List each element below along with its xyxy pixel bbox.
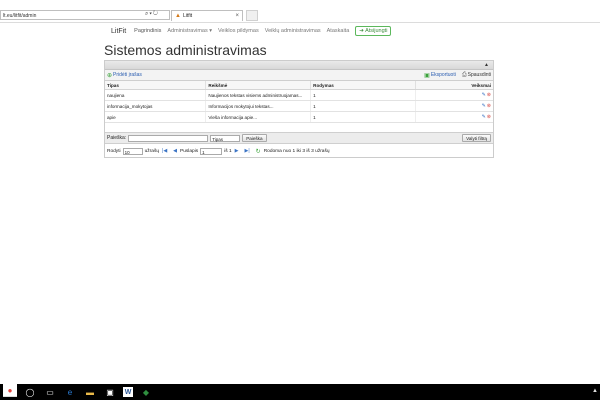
cell-rodymas: 1 xyxy=(310,100,416,112)
admin-grid-panel: ▲ ⊕ Pridėti įrašas ▣ Eksportuoti ⎙ Spausdin… xyxy=(104,60,494,158)
add-record-label: Pridėti įrašas xyxy=(113,72,142,78)
edit-icon[interactable]: ✎ xyxy=(482,114,486,120)
refresh-icon[interactable]: ↻ xyxy=(153,11,159,17)
col-header-rodymas[interactable]: Rodymas xyxy=(310,81,416,90)
favicon-icon: ▲ xyxy=(175,13,181,19)
app-icon[interactable]: ◆ xyxy=(139,386,153,398)
nav-pagrindinis[interactable]: Pagrindinis xyxy=(134,28,161,34)
search-button[interactable]: Paieška xyxy=(242,134,267,142)
page-of-label: iš 1 xyxy=(224,148,232,154)
table-row[interactable]: naujiena Naujienos tekstas visiems admin… xyxy=(105,89,493,101)
nav-administravimas[interactable]: Administravimas ▾ xyxy=(167,28,212,34)
word-icon[interactable]: W xyxy=(123,387,133,397)
cell-rodymas: 1 xyxy=(310,89,416,101)
col-header-tipas[interactable]: Tipas xyxy=(105,81,207,90)
pagination-bar: Rodyti 10 užrašų |◀ ◀ Puslapis 1 iš 1 ▶ … xyxy=(105,146,493,156)
browser-chrome: lt.eu/litfit/admin ⌕▾↻ ▲ Litfit × xyxy=(0,0,600,23)
show-label: Rodyti xyxy=(107,148,121,154)
page-number-input[interactable]: 1 xyxy=(200,147,223,155)
export-icon: ▣ xyxy=(424,72,430,79)
new-tab-button[interactable] xyxy=(246,10,258,21)
col-header-reiksme[interactable]: Reikšmė xyxy=(205,81,312,90)
table-row[interactable]: apie Viešа informacija apie... 1 ✎⊗ xyxy=(105,111,493,123)
next-page-icon[interactable]: ▶ xyxy=(235,148,239,154)
search-icon[interactable]: ◯ xyxy=(23,386,37,398)
nav-ataskaita[interactable]: Ataskaita xyxy=(327,28,350,34)
table-row[interactable]: informacija_mokytojas Informacijos mokyt… xyxy=(105,100,493,112)
delete-icon[interactable]: ⊗ xyxy=(487,103,491,109)
delete-icon[interactable]: ⊗ xyxy=(487,92,491,98)
filter-input[interactable] xyxy=(128,134,209,142)
windows-taskbar: ⊞ ◯ ▭ e ▬ ▣ ● W ◆ ▲ xyxy=(0,384,600,400)
per-page-label: užrašų xyxy=(144,148,160,154)
add-icon: ⊕ xyxy=(107,72,113,79)
filter-label: Paieška: xyxy=(107,135,127,141)
page-size-select[interactable]: 10 xyxy=(122,147,143,155)
filter-field-select[interactable]: Tipas xyxy=(210,134,241,142)
tab-title: Litfit xyxy=(182,13,193,19)
cell-reiksme: Naujienos tekstas visiems administruojam… xyxy=(205,89,312,101)
tab-close-icon[interactable]: × xyxy=(235,11,239,22)
edit-icon[interactable]: ✎ xyxy=(482,92,486,98)
refresh-grid-icon[interactable]: ↻ xyxy=(256,148,261,155)
top-navbar: LitFit Pagrindinis Administravimas ▾ Vei… xyxy=(104,24,494,38)
logout-label: Atsijungti xyxy=(365,28,388,34)
last-page-icon[interactable]: ▶| xyxy=(245,148,250,154)
nav-veiklu-administravimas[interactable]: Veiklų administravimas xyxy=(265,28,321,34)
store-icon[interactable]: ▣ xyxy=(103,386,117,398)
file-explorer-icon[interactable]: ▬ xyxy=(83,386,97,398)
address-bar-icons: ⌕▾↻ xyxy=(145,11,159,18)
nav-veiklos-pildymas[interactable]: Veiklos pildymas xyxy=(218,28,259,34)
records-table: Tipas Reikšmė Rodymas Veiksmai naujiena … xyxy=(105,81,493,123)
cell-tipas: naujiena xyxy=(105,89,207,101)
page-title: Sistemos administravimas xyxy=(104,42,267,58)
export-button[interactable]: ▣ Eksportuoti xyxy=(424,72,456,79)
add-record-button[interactable]: ⊕ Pridėti įrašas xyxy=(107,72,142,79)
browser-tab[interactable]: ▲ Litfit × xyxy=(171,10,243,21)
print-label: Spausdinti xyxy=(467,72,491,78)
task-view-icon[interactable]: ▭ xyxy=(43,386,57,398)
cell-tipas: apie xyxy=(105,111,207,123)
export-label: Eksportuoti xyxy=(430,72,456,78)
cell-tipas: informacija_mokytojas xyxy=(105,100,207,112)
clear-filter-button[interactable]: Valyti filtrą xyxy=(462,134,491,142)
print-icon: ⎙ xyxy=(461,71,467,78)
first-page-icon[interactable]: |◀ xyxy=(162,148,167,154)
cell-rodymas: 1 xyxy=(310,111,416,123)
tray-chevron-icon[interactable]: ▲ xyxy=(592,388,598,394)
cell-actions: ✎⊗ xyxy=(415,111,493,123)
edge-browser-icon[interactable]: e xyxy=(63,386,77,398)
cell-reiksme: Viešа informacija apie... xyxy=(205,111,312,123)
delete-icon[interactable]: ⊗ xyxy=(487,114,491,120)
edit-icon[interactable]: ✎ xyxy=(482,103,486,109)
brand-link[interactable]: LitFit xyxy=(111,28,126,35)
prev-page-icon[interactable]: ◀ xyxy=(173,148,177,154)
table-header-row: Tipas Reikšmė Rodymas Veiksmai xyxy=(105,81,493,90)
chrome-icon[interactable]: ● xyxy=(3,384,17,397)
logout-button[interactable]: ➔ Atsijungti xyxy=(355,26,392,36)
panel-header: ▲ xyxy=(105,61,493,70)
col-header-veiksmai: Veiksmai xyxy=(415,81,493,90)
logout-icon: ➔ xyxy=(359,28,364,34)
print-button[interactable]: ⎙ Spausdinti xyxy=(462,72,491,79)
collapse-caret-icon[interactable]: ▲ xyxy=(484,62,489,68)
cell-actions: ✎⊗ xyxy=(415,100,493,112)
cell-actions: ✎⊗ xyxy=(415,89,493,101)
grid-toolbar: ⊕ Pridėti įrašas ▣ Eksportuoti ⎙ Spausdinti xyxy=(105,70,493,81)
cell-reiksme: Informacijos mokytojui tekstas... xyxy=(205,100,312,112)
records-summary: Rodoma nuo 1 iki 3 iš 3 užrašų xyxy=(263,148,330,154)
page-label: Puslapis xyxy=(180,148,199,154)
filter-bar: Paieška: Tipas Paieška Valyti filtrą xyxy=(105,132,493,144)
